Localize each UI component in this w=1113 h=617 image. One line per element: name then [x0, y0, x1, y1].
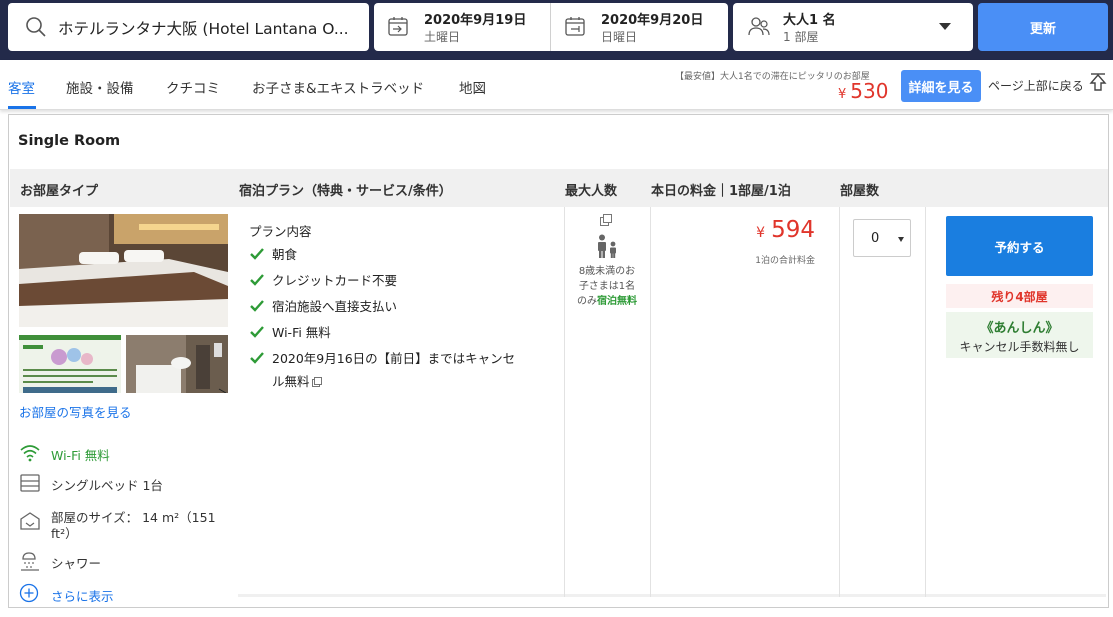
child-policy-line2: 子さまは1名 — [578, 281, 636, 292]
hotel-search-text: ホテルランタナ大阪 (Hotel Lantana O... — [58, 20, 349, 38]
header-room-type: お部屋タイプ — [20, 184, 99, 199]
anshin-note: キャンセル手数料無し — [959, 340, 1080, 354]
currency-symbol: ¥ — [756, 225, 766, 241]
guests-icon — [748, 17, 770, 36]
checkmark-icon — [250, 274, 264, 286]
info-flyer-image — [19, 335, 121, 393]
arrow-up-icon[interactable] — [1089, 73, 1107, 93]
room-photo-bed-image — [19, 214, 228, 327]
tab-facilities[interactable]: 施設・設備 — [66, 77, 134, 97]
price-note: 1泊の合計料金 — [755, 256, 815, 266]
checkin-date: 2020年9月19日 — [424, 13, 527, 28]
tab-map[interactable]: 地図 — [459, 77, 486, 97]
free-cancellation-badge: 《あんしん》 キャンセル手数料無し — [946, 312, 1093, 358]
header-price: 本日の料金｜1部屋/1泊 — [651, 184, 791, 199]
search-header: ホテルランタナ大阪 (Hotel Lantana O... 2020年9月19日… — [0, 0, 1113, 60]
column-divider — [925, 207, 926, 597]
currency-symbol: ¥ — [838, 87, 847, 102]
room-price: ¥594 — [650, 217, 826, 243]
external-link-icon[interactable] — [311, 377, 322, 387]
room-photo-thumbnail-2[interactable] — [126, 335, 228, 393]
shower-icon — [21, 552, 39, 571]
hotel-search-field[interactable]: ホテルランタナ大阪 (Hotel Lantana O... — [8, 3, 369, 51]
plan-item-label-line2: ル無料 — [272, 370, 322, 393]
child-policy-line3: のみ — [577, 296, 597, 307]
column-divider — [839, 207, 840, 597]
checkin-day: 土曜日 — [424, 30, 461, 44]
checkmark-icon — [250, 300, 264, 312]
plan-row: プラン内容 朝食 クレジットカード不要 宿泊施設へ直接支払い Wi-Fi 無料 … — [238, 207, 1106, 597]
room-photo-thumbnail-1[interactable] — [19, 335, 121, 393]
checkmark-icon — [250, 352, 264, 364]
calendar-checkin-icon — [388, 17, 408, 36]
update-button[interactable]: 更新 — [978, 3, 1108, 51]
room-size-icon — [20, 512, 40, 530]
plan-item-label: クレジットカード不要 — [272, 273, 398, 288]
guests-count: 大人1 名 — [783, 13, 836, 28]
rooms-left-badge: 残り4部屋 — [946, 284, 1093, 308]
room-table-header: お部屋タイプ 宿泊プラン（特典・サービス/条件） 最大人数 本日の料金｜1部屋/… — [10, 169, 1108, 207]
child-policy-note: 8歳未満のお 子さまは1名 のみ宿泊無料 — [564, 264, 650, 309]
bed-icon — [20, 474, 40, 492]
lowest-price-value: 530 — [850, 79, 889, 103]
back-to-top-link[interactable]: ページ上部に戻る — [988, 77, 1084, 94]
plan-item-label: 朝食 — [272, 247, 298, 262]
room-type-column: お部屋の写真を見る Wi-Fi 無料 シングルベッド 1台 部屋のサイズ： 14… — [9, 207, 238, 607]
room-count-select[interactable]: 0 — [853, 219, 911, 257]
amenity-label: Wi-Fi 無料 — [51, 448, 110, 463]
checkin-date-field[interactable]: 2020年9月19日 土曜日 — [374, 3, 550, 51]
wifi-icon — [20, 445, 40, 462]
checkout-date: 2020年9月20日 — [601, 13, 704, 28]
cancellation-free-text: ル無料 — [272, 374, 310, 389]
view-room-photos-link[interactable]: お部屋の写真を見る — [19, 402, 132, 421]
header-plan: 宿泊プラン（特典・サービス/条件） — [239, 184, 452, 199]
plus-circle-icon — [19, 583, 39, 603]
chevron-down-icon — [939, 23, 951, 30]
max-people-cell: 8歳未満のお 子さまは1名 のみ宿泊無料 — [564, 207, 650, 327]
amenity-label-line2: ft²） — [51, 526, 78, 541]
checkout-day: 日曜日 — [601, 30, 638, 44]
search-icon — [26, 17, 46, 37]
checkmark-icon — [250, 248, 264, 260]
show-more-label: さらに表示 — [51, 589, 114, 604]
date-picker[interactable]: 2020年9月19日 土曜日 2020年9月20日 日曜日 — [374, 3, 728, 51]
header-max-people: 最大人数 — [565, 184, 618, 199]
room-title: Single Room — [18, 133, 121, 149]
reserve-button[interactable]: 予約する — [946, 216, 1093, 276]
amenity-label: シャワー — [51, 556, 102, 571]
bathroom-image — [126, 335, 228, 393]
child-policy-line1: 8歳未満のお — [578, 266, 636, 277]
calendar-checkout-icon — [565, 17, 585, 36]
amenity-label: シングルベッド 1台 — [51, 478, 163, 493]
plan-item-label: 宿泊施設へ直接支払い — [272, 299, 398, 314]
tab-children-extra-bed[interactable]: お子さま&エキストラベッド — [252, 77, 424, 97]
room-count-value: 0 — [871, 231, 880, 246]
lowest-price: ¥530 — [838, 79, 888, 103]
room-panel: Single Room お部屋タイプ 宿泊プラン（特典・サービス/条件） 最大人… — [8, 114, 1109, 608]
tab-reviews[interactable]: クチコミ — [166, 77, 220, 97]
header-room-count: 部屋数 — [840, 184, 880, 199]
rooms-count: 1 部屋 — [783, 30, 819, 44]
checkout-date-field[interactable]: 2020年9月20日 日曜日 — [551, 3, 728, 51]
guests-selector[interactable]: 大人1 名 1 部屋 — [733, 3, 973, 51]
room-price-value: 594 — [771, 217, 815, 243]
tab-rooms[interactable]: 客室 — [8, 77, 35, 97]
section-tabs: 客室 施設・設備 クチコミ お子さま&エキストラベッド 地図 【最安値】大人1名… — [0, 60, 1113, 110]
plan-item-label: 2020年9月16日の【前日】まではキャンセ — [272, 351, 516, 366]
free-stay-text: 宿泊無料 — [597, 296, 637, 307]
plan-heading: プラン内容 — [249, 224, 312, 239]
view-details-button[interactable]: 詳細を見る — [901, 70, 981, 102]
active-tab-indicator — [8, 106, 36, 109]
checkmark-icon — [250, 326, 264, 338]
adult-and-child-icon — [598, 234, 616, 258]
room-photo-main[interactable] — [19, 214, 228, 327]
external-link-icon[interactable] — [600, 214, 612, 226]
plan-item-label: Wi-Fi 無料 — [272, 325, 331, 340]
chevron-down-icon — [898, 237, 904, 242]
anshin-title: 《あんしん》 — [980, 321, 1059, 336]
